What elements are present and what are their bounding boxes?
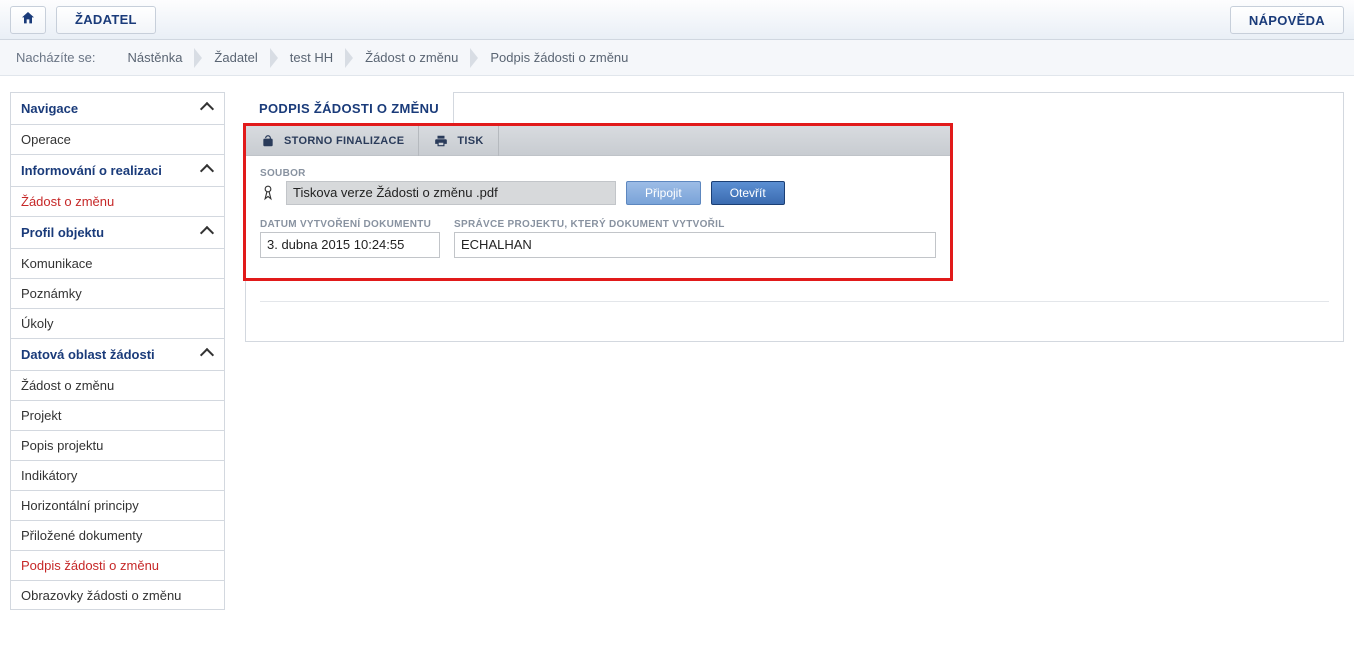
admin-label: SPRÁVCE PROJEKTU, KTERÝ DOKUMENT VYTVOŘI…	[454, 219, 936, 230]
chevron-up-icon	[200, 348, 214, 362]
sidebar-item-zadost-o-zmenu[interactable]: Žádost o změnu	[10, 186, 225, 216]
sidebar-item-label: Poznámky	[21, 286, 82, 301]
topbar: ŽADATEL NÁPOVĚDA	[0, 0, 1354, 40]
sidebar-item-label: Žádost o změnu	[21, 378, 114, 393]
open-button[interactable]: Otevřít	[711, 181, 785, 205]
chevron-up-icon	[200, 226, 214, 240]
chevron-up-icon	[200, 102, 214, 116]
sidebar-item-obrazovky[interactable]: Obrazovky žádosti o změnu	[10, 580, 225, 610]
sidebar-group-label: Datová oblast žádosti	[21, 347, 155, 362]
file-label: SOUBOR	[260, 168, 936, 179]
breadcrumb: Nacházíte se: Nástěnka Žadatel test HH Ž…	[0, 40, 1354, 76]
applicant-tab[interactable]: ŽADATEL	[56, 6, 156, 34]
breadcrumb-item[interactable]: Žádost o změnu	[349, 50, 474, 65]
sidebar-item-label: Indikátory	[21, 468, 77, 483]
home-icon	[20, 10, 36, 29]
sidebar-item-poznamky[interactable]: Poznámky	[10, 278, 225, 308]
date-field: 3. dubna 2015 10:24:55	[260, 232, 440, 258]
sidebar-item-label: Přiložené dokumenty	[21, 528, 142, 543]
sidebar-group-label: Profil objektu	[21, 225, 104, 240]
sidebar-item-operace[interactable]: Operace	[10, 124, 225, 154]
sidebar: Navigace Operace Informování o realizaci…	[10, 92, 225, 610]
sidebar-group-informovani[interactable]: Informování o realizaci	[10, 154, 225, 186]
sidebar-group-navigace[interactable]: Navigace	[10, 92, 225, 124]
file-field[interactable]: Tiskova verze Žádosti o změnu .pdf	[286, 181, 616, 205]
help-button[interactable]: NÁPOVĚDA	[1230, 6, 1344, 34]
sidebar-item-indikatory[interactable]: Indikátory	[10, 460, 225, 490]
print-icon	[433, 133, 449, 149]
sidebar-item-label: Popis projektu	[21, 438, 103, 453]
sidebar-item-komunikace[interactable]: Komunikace	[10, 248, 225, 278]
action-label: STORNO FINALIZACE	[284, 135, 404, 147]
sidebar-item-popis-projektu[interactable]: Popis projektu	[10, 430, 225, 460]
sidebar-item-label: Úkoly	[21, 316, 54, 331]
sidebar-item-label: Podpis žádosti o změnu	[21, 558, 159, 573]
date-label: DATUM VYTVOŘENÍ DOKUMENTU	[260, 219, 440, 230]
breadcrumb-item[interactable]: test HH	[274, 50, 349, 65]
unlock-icon	[260, 133, 276, 149]
sidebar-item-podpis-zadosti[interactable]: Podpis žádosti o změnu	[10, 550, 225, 580]
sidebar-group-datova-oblast[interactable]: Datová oblast žádosti	[10, 338, 225, 370]
main-panel: PODPIS ŽÁDOSTI O ZMĚNU STORNO FINALIZACE…	[245, 92, 1344, 342]
sidebar-item-prilozene-dokumenty[interactable]: Přiložené dokumenty	[10, 520, 225, 550]
sidebar-item-horizontalni-principy[interactable]: Horizontální principy	[10, 490, 225, 520]
admin-field: ECHALHAN	[454, 232, 936, 258]
sidebar-item-label: Operace	[21, 132, 71, 147]
action-label: TISK	[457, 135, 483, 147]
storno-finalizace-button[interactable]: STORNO FINALIZACE	[246, 126, 419, 156]
breadcrumb-item[interactable]: Nástěnka	[112, 50, 199, 65]
highlighted-region: STORNO FINALIZACE TISK SOUBOR Tiskova ve…	[243, 123, 953, 281]
action-bar: STORNO FINALIZACE TISK	[246, 126, 950, 156]
attach-button[interactable]: Připojit	[626, 181, 701, 205]
breadcrumb-label: Nacházíte se:	[16, 50, 96, 65]
sidebar-item-label: Komunikace	[21, 256, 93, 271]
sidebar-group-label: Informování o realizaci	[21, 163, 162, 178]
sidebar-item-projekt[interactable]: Projekt	[10, 400, 225, 430]
home-button[interactable]	[10, 6, 46, 34]
sidebar-group-label: Navigace	[21, 101, 78, 116]
divider	[260, 301, 1329, 302]
sidebar-item-label: Projekt	[21, 408, 61, 423]
sidebar-item-label: Obrazovky žádosti o změnu	[21, 588, 181, 603]
chevron-up-icon	[200, 164, 214, 178]
tisk-button[interactable]: TISK	[419, 126, 498, 156]
page-title: PODPIS ŽÁDOSTI O ZMĚNU	[245, 92, 454, 125]
sidebar-item-label: Žádost o změnu	[21, 194, 114, 209]
sidebar-item-zadost-o-zmenu2[interactable]: Žádost o změnu	[10, 370, 225, 400]
sidebar-group-profil[interactable]: Profil objektu	[10, 216, 225, 248]
sidebar-item-label: Horizontální principy	[21, 498, 139, 513]
breadcrumb-item[interactable]: Žadatel	[198, 50, 273, 65]
sidebar-item-ukoly[interactable]: Úkoly	[10, 308, 225, 338]
breadcrumb-item: Podpis žádosti o změnu	[474, 50, 644, 65]
signature-icon[interactable]	[260, 185, 276, 201]
